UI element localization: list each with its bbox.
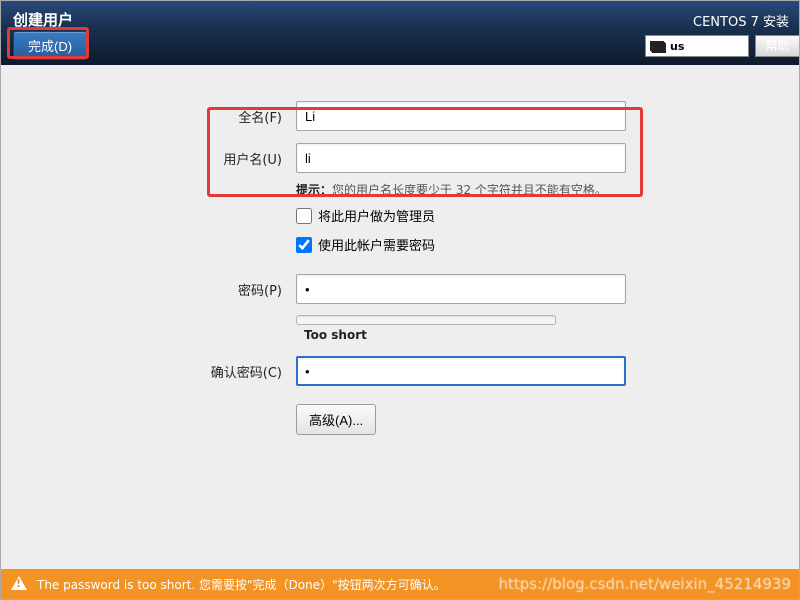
username-label: 用户名(U) xyxy=(1,149,296,168)
keyboard-layout-text: us xyxy=(670,40,684,53)
strength-bar xyxy=(296,315,556,325)
warning-icon xyxy=(11,576,27,592)
warning-message: The password is too short. 您需要按"完成（Done）… xyxy=(37,576,446,593)
keyboard-icon xyxy=(650,41,664,51)
password-label: 密码(P) xyxy=(1,280,296,299)
username-input[interactable] xyxy=(296,143,626,173)
advanced-button[interactable]: 高级(A)... xyxy=(296,404,376,435)
help-button[interactable]: 帮助 xyxy=(755,35,799,57)
fullname-label: 全名(F) xyxy=(1,107,296,126)
admin-checkbox-label: 将此用户做为管理员 xyxy=(318,206,435,225)
confirm-password-input[interactable] xyxy=(296,356,626,386)
warning-bar: The password is too short. 您需要按"完成（Done）… xyxy=(1,569,799,599)
require-password-label: 使用此帐户需要密码 xyxy=(318,235,435,254)
admin-checkbox[interactable] xyxy=(296,208,312,224)
keyboard-layout-selector[interactable]: us xyxy=(645,35,749,57)
password-input[interactable] xyxy=(296,274,626,304)
header-bar: 创建用户 完成(D) CENTOS 7 安装 us 帮助 xyxy=(1,1,799,65)
username-hint: 提示：您的用户名长度要少于 32 个字符并且不能有空格。 xyxy=(296,181,626,198)
fullname-input[interactable] xyxy=(296,101,626,131)
user-form: 全名(F) 用户名(U) 提示：您的用户名长度要少于 32 个字符并且不能有空格… xyxy=(1,93,799,455)
done-button[interactable]: 完成(D) xyxy=(13,31,87,60)
confirm-password-label: 确认密码(C) xyxy=(1,362,296,381)
page-title: 创建用户 xyxy=(13,9,73,30)
install-label: CENTOS 7 安装 xyxy=(693,11,789,30)
require-password-checkbox[interactable] xyxy=(296,237,312,253)
password-strength: Too short xyxy=(296,312,626,342)
strength-text: Too short xyxy=(304,328,367,342)
